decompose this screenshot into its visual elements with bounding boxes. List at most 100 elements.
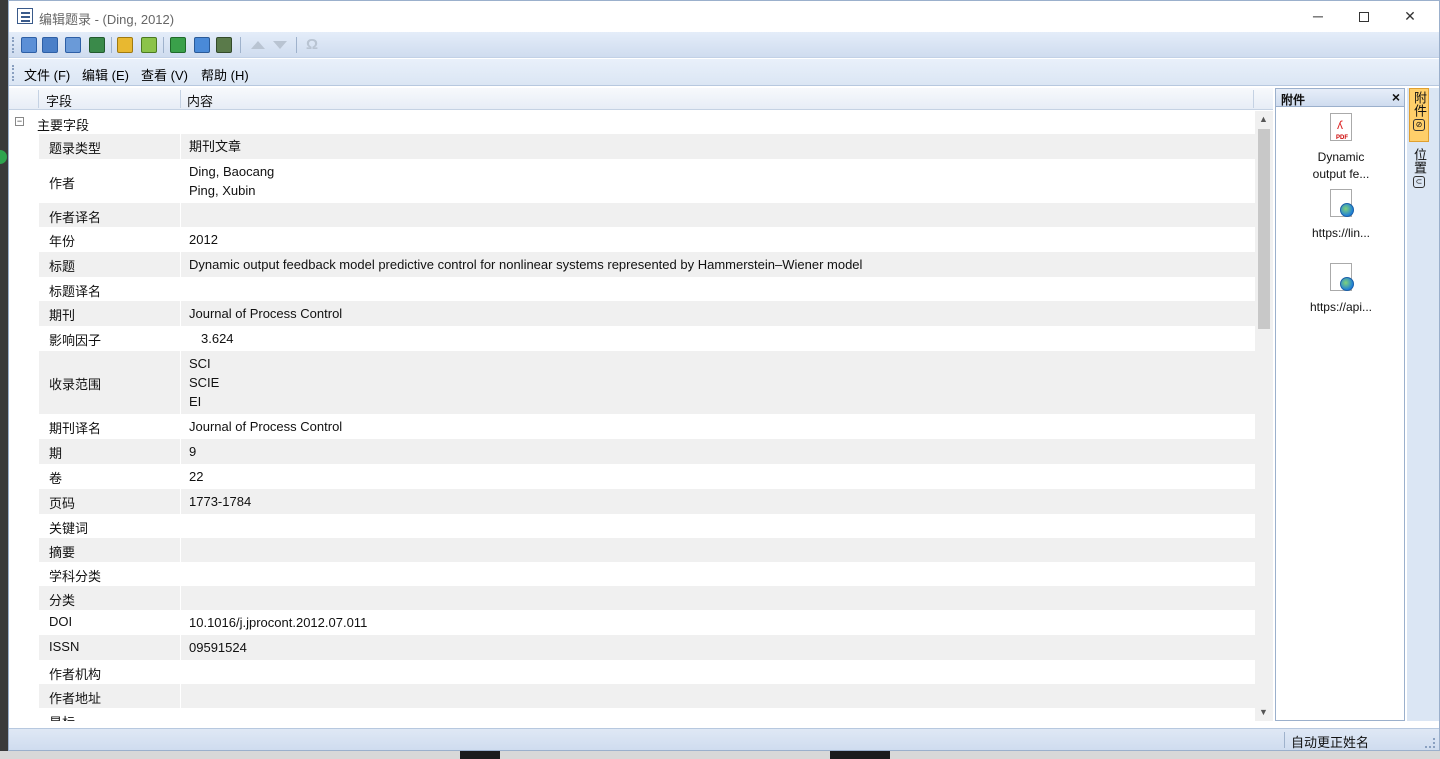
field-label: 作者译名 [49, 210, 102, 225]
field-value[interactable]: 9 [189, 442, 196, 461]
field-value[interactable]: 3.624 [201, 329, 234, 348]
menu-edit[interactable]: 编辑 (E) [82, 65, 129, 84]
status-separator [1284, 732, 1285, 748]
field-label: 期刊 [49, 308, 76, 323]
status-bar: 自动更正姓名 [9, 728, 1439, 750]
grid-row[interactable]: 题录类型 期刊文章 [9, 134, 1255, 159]
grid-row[interactable]: 影响因子 3.624 [9, 326, 1255, 351]
grid-row[interactable]: 摘要 [9, 538, 1255, 562]
grid-row[interactable]: DOI 10.1016/j.jprocont.2012.07.011 [9, 610, 1255, 635]
scrollbar-thumb[interactable] [1258, 129, 1270, 329]
move-up-icon[interactable] [251, 41, 265, 49]
move-down-icon[interactable] [273, 41, 287, 49]
scroll-up-icon[interactable]: ▲ [1259, 114, 1268, 124]
attachment-item-link[interactable]: https://api... [1286, 263, 1396, 316]
resize-grip-icon[interactable] [1425, 738, 1435, 748]
paperclip-icon: ⊘ [1413, 119, 1425, 131]
scroll-down-icon[interactable]: ▼ [1259, 707, 1268, 717]
pin-icon[interactable] [194, 37, 210, 53]
field-label: 页码 [49, 496, 76, 511]
export-icon[interactable] [89, 37, 105, 53]
field-label: 影响因子 [49, 333, 102, 348]
grid-row[interactable]: 年份 2012 [9, 227, 1255, 252]
grid-row[interactable]: 收录范围 SCI SCIE EI [9, 351, 1255, 414]
tab-attachments[interactable]: 附件 ⊘ [1409, 88, 1429, 142]
field-label: 星标 [49, 712, 75, 721]
grid-row[interactable]: 学科分类 [9, 562, 1255, 586]
attachment-name: https://lin... [1311, 226, 1371, 240]
tab-location-label: 位置 [1412, 148, 1427, 174]
grid-row[interactable]: ISSN 09591524 [9, 635, 1255, 660]
field-value[interactable]: Dynamic output feedback model predictive… [189, 255, 862, 274]
field-value[interactable]: SCIE [189, 373, 219, 392]
field-value[interactable]: 22 [189, 467, 203, 486]
maximize-button[interactable] [1341, 1, 1387, 32]
toolbar-grip[interactable] [12, 37, 14, 53]
minimize-button[interactable]: ─ [1295, 1, 1341, 32]
attachment-item-pdf[interactable]: ʎ PDF Dynamic output fe... [1286, 113, 1396, 183]
field-label: 标题译名 [49, 284, 102, 299]
grid-row[interactable]: 页码 1773-1784 [9, 489, 1255, 514]
field-label: 摘要 [49, 545, 76, 560]
grid-row[interactable]: 星标 [9, 708, 1255, 721]
save-icon[interactable] [42, 37, 58, 53]
grid-row[interactable]: 作者译名 [9, 203, 1255, 227]
close-panel-icon[interactable]: × [1392, 89, 1400, 105]
menu-view[interactable]: 查看 (V) [141, 65, 188, 84]
column-header-content[interactable]: 内容 [187, 91, 213, 110]
omega-symbol-icon[interactable]: Ω [306, 36, 318, 53]
grid-row[interactable]: 作者机构 [9, 660, 1255, 684]
grid-row[interactable]: 期刊 Journal of Process Control [9, 301, 1255, 326]
field-value[interactable]: 09591524 [189, 638, 247, 657]
menu-help[interactable]: 帮助 (H) [201, 65, 249, 84]
app-list-icon [17, 8, 33, 24]
grid-row[interactable]: 作者地址 [9, 684, 1255, 708]
tab-attachments-label: 附件 [1412, 91, 1427, 117]
menu-bar: 文件 (F) 编辑 (E) 查看 (V) 帮助 (H) [9, 59, 1439, 86]
field-value[interactable]: 1773-1784 [189, 492, 251, 511]
field-value[interactable]: 10.1016/j.jprocont.2012.07.011 [189, 613, 367, 632]
grid-row[interactable]: 标题译名 [9, 277, 1255, 301]
field-value[interactable]: Ping, Xubin [189, 181, 256, 200]
header-separator[interactable] [180, 90, 181, 108]
grid-row[interactable]: 期刊译名 Journal of Process Control [9, 414, 1255, 439]
insert-icon[interactable] [216, 37, 232, 53]
grid-header: 字段 内容 [9, 88, 1273, 110]
menu-file[interactable]: 文件 (F) [24, 65, 70, 84]
grid-row[interactable]: 卷 22 [9, 464, 1255, 489]
field-value[interactable]: Journal of Process Control [189, 417, 342, 436]
toolbar-separator [240, 37, 241, 53]
grid-row[interactable]: 期9 [9, 439, 1255, 464]
grid-row[interactable]: 分类 [9, 586, 1255, 610]
clean-icon[interactable] [117, 37, 133, 53]
field-value[interactable]: Journal of Process Control [189, 304, 342, 323]
field-label: 作者 [49, 176, 76, 191]
field-label: 关键词 [49, 521, 89, 536]
grid-icon[interactable] [170, 37, 186, 53]
grid-row[interactable]: 作者 Ding, Baocang Ping, Xubin [9, 159, 1255, 203]
close-button[interactable]: ✕ [1387, 1, 1433, 32]
field-label: 分类 [49, 593, 76, 608]
field-label: DOI [49, 614, 73, 629]
field-label: 期刊译名 [49, 421, 102, 436]
column-header-field[interactable]: 字段 [46, 91, 72, 110]
collapse-toggle-icon[interactable]: − [15, 117, 24, 126]
status-autocorrect-names[interactable]: 自动更正姓名 [1291, 732, 1369, 751]
field-value[interactable]: EI [189, 392, 201, 411]
grid-row[interactable]: 关键词 [9, 514, 1255, 538]
grid-scrollbar[interactable]: ▲ ▼ [1255, 111, 1273, 721]
tab-location[interactable]: 位置 ⊂ [1409, 146, 1429, 192]
field-value[interactable]: 2012 [189, 230, 218, 249]
background-taskbar [0, 751, 1440, 759]
menu-grip[interactable] [12, 65, 14, 81]
field-label: 作者机构 [49, 667, 102, 682]
field-value[interactable]: Ding, Baocang [189, 162, 274, 181]
save-close-icon[interactable] [65, 37, 81, 53]
update-icon[interactable] [141, 37, 157, 53]
field-value[interactable]: SCI [189, 354, 211, 373]
field-value[interactable]: 期刊文章 [189, 137, 241, 156]
group-row-main[interactable]: − 主要字段 [9, 111, 1255, 134]
new-record-icon[interactable] [21, 37, 37, 53]
grid-row[interactable]: 标题 Dynamic output feedback model predicti… [9, 252, 1255, 277]
attachment-item-link[interactable]: https://lin... [1286, 189, 1396, 242]
